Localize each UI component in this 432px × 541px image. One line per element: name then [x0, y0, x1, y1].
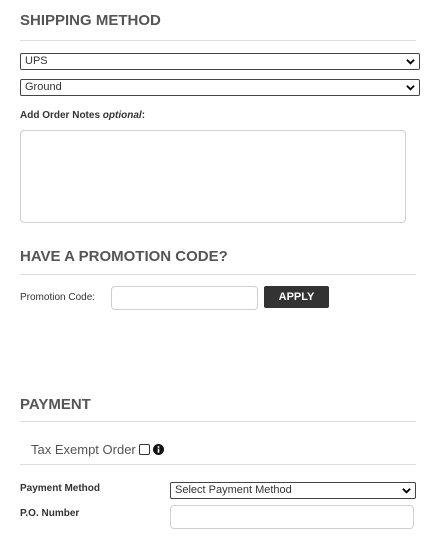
po-number-label: P.O. Number [20, 508, 80, 519]
divider [20, 40, 416, 41]
divider [20, 274, 416, 275]
chevron-down-icon [406, 85, 415, 91]
chevron-down-icon [406, 59, 415, 65]
po-number-input[interactable] [170, 505, 414, 529]
divider [20, 421, 416, 422]
order-notes-label-text: Add Order Notes [20, 110, 101, 121]
optional-tag: optional [102, 110, 142, 121]
info-icon[interactable] [152, 443, 164, 455]
service-select[interactable]: Ground [20, 79, 420, 96]
tax-exempt-checkbox[interactable] [138, 443, 150, 455]
order-notes-label: Add Order Notes optional: [20, 110, 145, 121]
carrier-select[interactable]: UPS [20, 53, 420, 70]
carrier-select-value: UPS [25, 55, 48, 67]
chevron-down-icon [402, 488, 411, 494]
promotion-code-label: Promotion Code: [20, 292, 96, 303]
tax-exempt-row: Tax Exempt Order [31, 441, 164, 457]
promotion-code-heading: HAVE A PROMOTION CODE? [20, 248, 228, 265]
payment-method-select[interactable]: Select Payment Method [170, 482, 416, 499]
order-notes-colon: : [141, 110, 146, 121]
order-notes-textarea[interactable] [20, 130, 406, 223]
payment-method-select-value: Select Payment Method [175, 484, 292, 496]
payment-heading: PAYMENT [20, 396, 91, 413]
service-select-value: Ground [25, 81, 62, 93]
divider [20, 464, 416, 465]
shipping-method-heading: SHIPPING METHOD [20, 12, 161, 29]
apply-button[interactable]: APPLY [264, 286, 329, 308]
tax-exempt-label: Tax Exempt Order [31, 441, 136, 457]
payment-method-label: Payment Method [20, 483, 101, 494]
promotion-code-input[interactable] [111, 286, 258, 310]
